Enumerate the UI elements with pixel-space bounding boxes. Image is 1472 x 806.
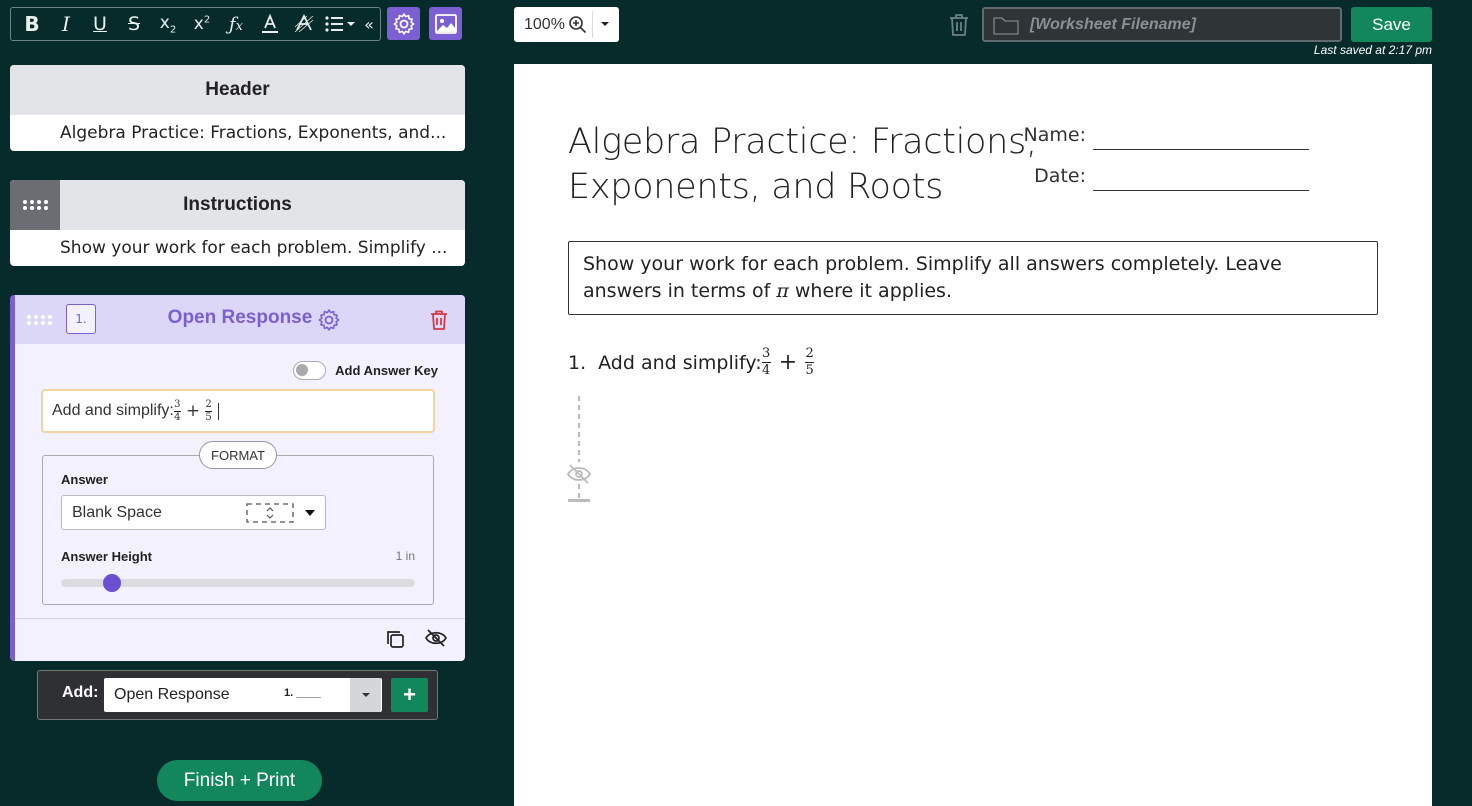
question-panel-head: 1. Open Response <box>15 295 465 344</box>
name-label: Name: <box>1023 124 1086 146</box>
insert-image-button[interactable] <box>429 7 462 40</box>
question-panel-footer <box>15 618 465 661</box>
italic-button[interactable]: I <box>49 8 83 40</box>
drag-handle[interactable] <box>10 180 60 230</box>
answer-space-handle[interactable] <box>566 394 596 504</box>
header-panel-value[interactable]: Algebra Practice: Fractions, Exponents, … <box>10 115 465 151</box>
name-line <box>1093 149 1309 150</box>
zoom-in-icon <box>569 16 586 34</box>
answer-type-value: Blank Space <box>72 503 162 521</box>
question-1-operator: + <box>778 350 798 375</box>
zoom-control[interactable]: 100% <box>514 7 619 42</box>
question-1[interactable]: 1. Add and simplify: 34 + 25 <box>568 346 815 378</box>
bullet-list-icon[interactable] <box>321 8 361 40</box>
subscript-button[interactable]: x2 <box>151 8 185 40</box>
instructions-panel-value[interactable]: Show your work for each problem. Simplif… <box>10 230 465 266</box>
answer-key-toggle[interactable] <box>293 361 327 380</box>
font-color-icon[interactable] <box>253 8 287 40</box>
last-saved-status: Last saved at 2:17 pm <box>1313 43 1432 57</box>
folder-icon <box>993 17 1019 35</box>
instructions-panel-head: Instructions <box>10 180 465 230</box>
answer-key-row: Add Answer Key <box>293 361 438 380</box>
filename-placeholder: [Worksheet Filename] <box>1030 15 1196 33</box>
chevron-down-icon[interactable] <box>600 21 610 27</box>
save-button[interactable]: Save <box>1351 7 1432 42</box>
question-type-value: Open Response <box>114 686 230 703</box>
instructions-panel[interactable]: Instructions Show your work for each pro… <box>10 180 465 266</box>
image-icon <box>434 13 457 34</box>
prompt-fraction-a: 34 <box>173 398 181 423</box>
hidden-eye-icon <box>566 464 592 484</box>
answer-height-slider[interactable] <box>61 574 415 592</box>
question-type-select[interactable]: Open Response 1. ____ <box>104 678 382 712</box>
chevron-down-icon <box>361 693 370 697</box>
answer-height-value: 1 in <box>395 549 415 563</box>
question-type-title: Open Response <box>167 307 313 328</box>
date-label: Date: <box>1034 165 1086 187</box>
header-panel[interactable]: Header Algebra Practice: Fractions, Expo… <box>10 65 465 151</box>
question-prompt-input[interactable]: Add and simplify: 34 + 25 <box>41 389 435 433</box>
name-field: Name: <box>1007 124 1309 150</box>
question-type-preview: 1. ____ <box>284 687 321 699</box>
format-section: FORMAT Answer Blank Space Answer Height … <box>42 441 434 605</box>
prompt-text: Add and simplify: <box>52 402 174 419</box>
drag-handle-icon <box>23 200 48 210</box>
question-type-dropdown[interactable] <box>350 678 381 712</box>
worksheet-instructions[interactable]: Show your work for each problem. Simplif… <box>568 241 1378 315</box>
text-cursor <box>218 402 220 420</box>
chevron-down-icon <box>305 510 315 516</box>
answer-height-label: Answer Height <box>61 549 153 564</box>
zoom-separator <box>592 11 593 38</box>
format-label: FORMAT <box>199 441 277 469</box>
zoom-level: 100% <box>524 15 565 33</box>
prompt-fraction-b: 25 <box>205 398 213 423</box>
superscript-button[interactable]: x2 <box>185 8 219 40</box>
gear-icon <box>393 12 414 35</box>
answer-label: Answer <box>61 472 108 487</box>
collapse-toolbar-icon[interactable]: « <box>361 8 377 40</box>
worksheet-preview: Algebra Practice: Fractions, Exponents, … <box>514 64 1432 806</box>
formula-icon[interactable]: ƒx <box>219 8 253 40</box>
delete-question-icon[interactable] <box>429 309 449 331</box>
worksheet-title[interactable]: Algebra Practice: Fractions, Exponents, … <box>568 120 1038 210</box>
settings-button[interactable] <box>387 7 420 40</box>
delete-worksheet-icon[interactable] <box>947 12 971 37</box>
question-1-number: 1. <box>568 351 587 374</box>
blank-space-icon <box>246 503 294 523</box>
question-1-fraction-a: 34 <box>761 346 771 378</box>
instructions-text-post: where it applies. <box>788 280 952 302</box>
question-1-fraction-b: 25 <box>805 346 815 378</box>
answer-type-select[interactable]: Blank Space <box>61 495 326 530</box>
highlight-icon[interactable] <box>287 8 321 40</box>
duplicate-icon[interactable] <box>386 630 404 648</box>
underline-button[interactable]: U <box>83 8 117 40</box>
question-settings-icon[interactable] <box>317 308 341 332</box>
date-field: Date: <box>1007 165 1309 191</box>
add-question-bar: Add: Open Response 1. ____ + <box>37 670 438 720</box>
slider-thumb[interactable] <box>103 574 122 592</box>
formatting-toolbar: B I U S x2 x2 ƒx « <box>10 7 381 41</box>
strikethrough-button[interactable]: S <box>117 8 151 40</box>
header-panel-title: Header <box>10 65 465 115</box>
hide-icon[interactable] <box>425 628 447 648</box>
bold-button[interactable]: B <box>15 8 49 40</box>
finish-print-button[interactable]: Finish + Print <box>157 760 322 801</box>
prompt-operator: + <box>185 401 201 421</box>
answer-key-label: Add Answer Key <box>335 363 438 378</box>
add-question-button[interactable]: + <box>391 678 428 712</box>
question-1-text: Add and simplify: <box>598 351 762 374</box>
pi-symbol: π <box>776 280 789 302</box>
worksheet-filename-input[interactable]: [Worksheet Filename] <box>982 7 1342 42</box>
question-panel: 1. Open Response Add Answer Key Add and … <box>10 295 465 661</box>
add-label: Add: <box>62 684 99 701</box>
date-line <box>1093 190 1309 191</box>
instructions-panel-title: Instructions <box>183 194 292 215</box>
